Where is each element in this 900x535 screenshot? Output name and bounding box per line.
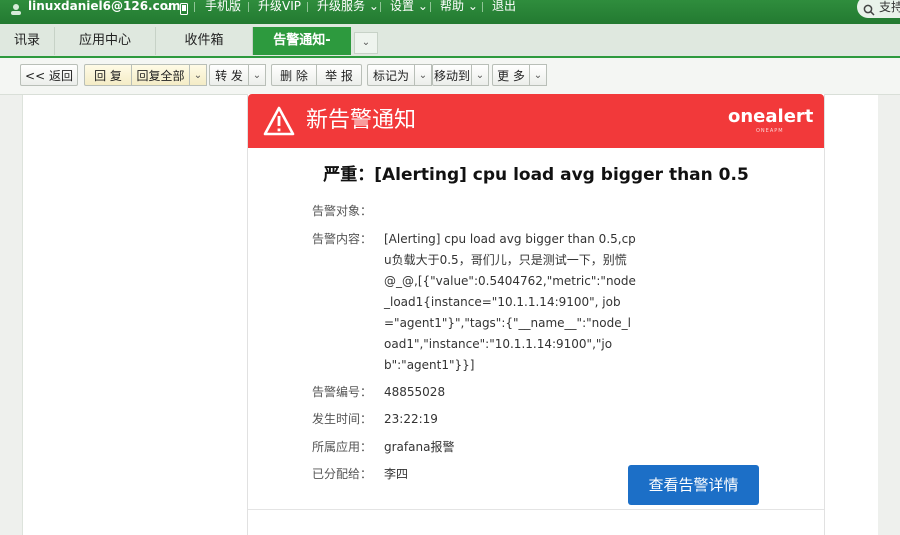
move-to-button[interactable]: 移动到 bbox=[432, 64, 472, 86]
view-alert-details-button[interactable]: 查看告警详情 bbox=[628, 465, 759, 505]
chevron-down-icon[interactable]: ⌄ bbox=[414, 64, 432, 86]
separator bbox=[194, 2, 195, 12]
mark-as-button[interactable]: 标记为 bbox=[367, 64, 415, 86]
dropdown-arrow-icon[interactable]: ⌄ bbox=[163, 0, 173, 14]
alert-header: 新告警通知 onealert ONEAPM bbox=[248, 94, 824, 148]
separator bbox=[430, 2, 431, 12]
chevron-down-icon: ⌄ bbox=[467, 0, 478, 13]
field-label: 告警编号： bbox=[312, 385, 373, 399]
tab-contacts[interactable]: 讯录 bbox=[0, 27, 55, 55]
tab-app-center[interactable]: 应用中心 bbox=[55, 27, 156, 55]
chevron-down-icon: ⌄ bbox=[417, 0, 428, 13]
alert-app-value: grafana报警 bbox=[384, 440, 455, 454]
field-label: 所属应用： bbox=[312, 440, 373, 454]
field-label: 发生时间： bbox=[312, 412, 373, 426]
separator bbox=[248, 2, 249, 12]
mobile-link[interactable]: 手机版 bbox=[205, 0, 241, 14]
reply-all-button[interactable]: 回复全部 bbox=[131, 64, 190, 86]
search-box[interactable]: 支持 bbox=[857, 0, 900, 18]
tab-inbox[interactable]: 收件箱 bbox=[156, 27, 253, 55]
tab-label: 收件箱 bbox=[184, 33, 224, 48]
field-label: 告警对象： bbox=[312, 204, 373, 218]
alert-content-value: [Alerting] cpu load avg bigger than 0.5,… bbox=[384, 232, 636, 372]
warning-icon bbox=[263, 106, 295, 136]
field-label: 已分配给： bbox=[312, 467, 373, 481]
back-button[interactable]: << 返回 bbox=[20, 64, 78, 86]
chevron-down-icon[interactable]: ⌄ bbox=[189, 64, 207, 86]
reply-button[interactable]: 回 复 bbox=[84, 64, 132, 86]
divider bbox=[248, 509, 824, 510]
delete-button[interactable]: 删 除 bbox=[271, 64, 317, 86]
tab-bar: 讯录 应用中心 收件箱 告警通知-严...× ⌄ bbox=[0, 24, 900, 77]
separator bbox=[307, 2, 308, 12]
upgrade-label: 升级服务 bbox=[317, 0, 366, 13]
assignee-value: 李四 bbox=[384, 467, 409, 481]
mail-toolbar: << 返回 回 复 回复全部 ⌄ 转 发 ⌄ 删 除 举 报 标记为 ⌄ 移动到… bbox=[0, 58, 900, 95]
settings-menu[interactable]: 设置 ⌄ bbox=[390, 0, 428, 14]
chevron-down-icon[interactable]: ⌄ bbox=[529, 64, 547, 86]
tab-alert-email[interactable]: 告警通知-严...× bbox=[253, 27, 351, 77]
field-label: 告警内容： bbox=[312, 232, 373, 246]
onealert-logo: onealert bbox=[728, 106, 814, 127]
alert-title: 严重：[Alerting] cpu load avg bigger than 0… bbox=[323, 165, 749, 185]
help-label: 帮助 bbox=[440, 0, 465, 13]
search-icon bbox=[863, 1, 875, 16]
vip-link[interactable]: 升级VIP bbox=[258, 0, 301, 14]
account-name[interactable]: linuxdaniel6@126.com bbox=[28, 0, 180, 14]
logo-subtitle: ONEAPM bbox=[756, 128, 784, 134]
alert-time-value: 23:22:19 bbox=[384, 412, 438, 426]
logout-link[interactable]: 退出 bbox=[492, 0, 516, 14]
more-button[interactable]: 更 多 bbox=[492, 64, 530, 86]
phone-icon[interactable] bbox=[180, 0, 188, 15]
search-placeholder: 支持 bbox=[879, 0, 900, 14]
help-menu[interactable]: 帮助 ⌄ bbox=[440, 0, 478, 14]
header-title: 新告警通知 bbox=[306, 108, 417, 133]
tab-label: 应用中心 bbox=[78, 33, 131, 48]
separator bbox=[482, 2, 483, 12]
alert-id-value: 48855028 bbox=[384, 385, 446, 399]
upgrade-service-menu[interactable]: 升级服务 ⌄ bbox=[317, 0, 379, 14]
user-icon bbox=[10, 0, 22, 15]
report-button[interactable]: 举 报 bbox=[316, 64, 362, 86]
separator bbox=[380, 2, 381, 12]
settings-label: 设置 bbox=[390, 0, 415, 13]
chevron-down-icon: ⌄ bbox=[368, 0, 379, 13]
top-bar: linuxdaniel6@126.com ⌄ 手机版 升级VIP 升级服务 ⌄ … bbox=[0, 0, 900, 24]
alert-email-card: 新告警通知 onealert ONEAPM 严重：[Alerting] cpu … bbox=[247, 94, 825, 535]
chevron-down-icon[interactable]: ⌄ bbox=[354, 32, 378, 54]
tab-label: 讯录 bbox=[13, 33, 40, 48]
chevron-down-icon[interactable]: ⌄ bbox=[248, 64, 266, 86]
forward-button[interactable]: 转 发 bbox=[209, 64, 249, 86]
chevron-down-icon[interactable]: ⌄ bbox=[471, 64, 489, 86]
